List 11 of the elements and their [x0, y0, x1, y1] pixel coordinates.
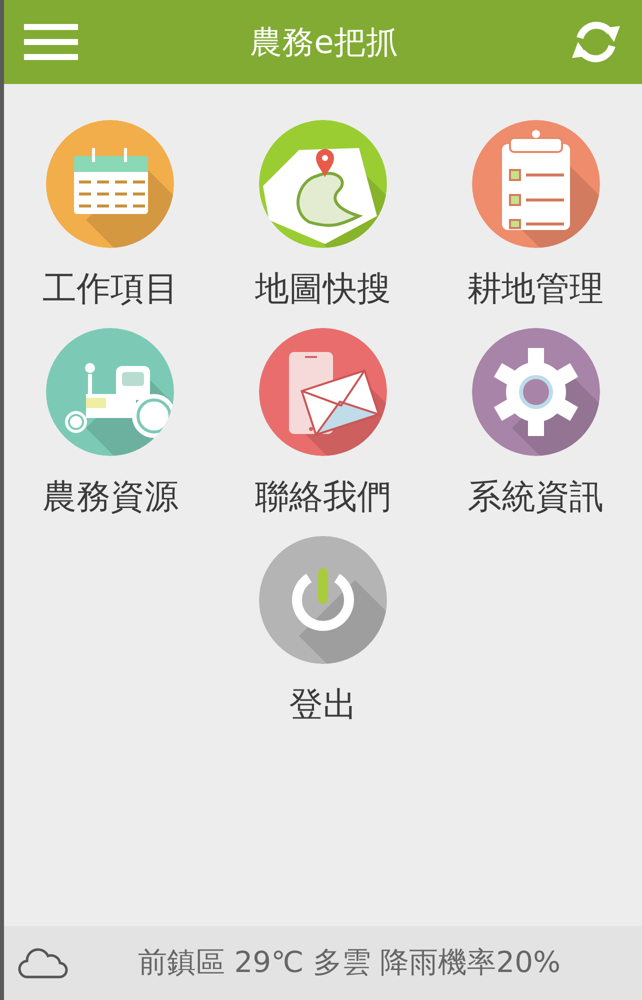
menu-icon[interactable]: [24, 22, 78, 62]
app-title: 農務e把抓: [250, 22, 398, 63]
menu-tile[interactable]: 登出: [258, 536, 387, 722]
menu-tile[interactable]: 聯絡我們: [254, 328, 391, 514]
menu-tile[interactable]: 地圖快搜: [254, 120, 391, 306]
cloud-icon: [18, 947, 68, 979]
menu-tile[interactable]: 系統資訊: [468, 328, 604, 514]
weather-text: 前鎮區 29℃ 多雲 降雨機率20%: [138, 944, 561, 982]
menu-tile[interactable]: 農務資源: [42, 328, 178, 514]
menu-tile[interactable]: 工作項目: [42, 120, 178, 306]
menu-tile[interactable]: 耕地管理: [468, 120, 604, 306]
